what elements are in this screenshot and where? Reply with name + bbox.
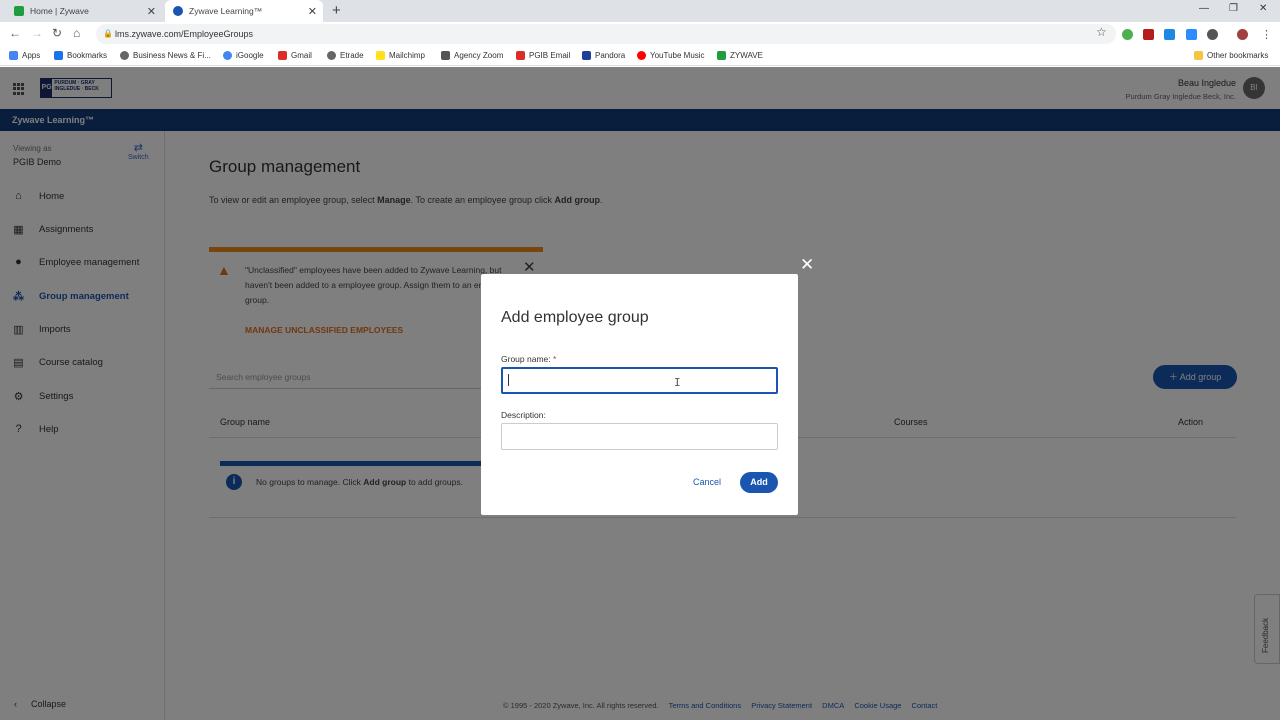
bookmark-label: PGIB Email xyxy=(529,51,571,60)
description-label: Description: xyxy=(501,410,546,420)
home-browser-icon[interactable]: ⌂ xyxy=(73,26,80,40)
forward-icon[interactable]: → xyxy=(31,26,43,40)
acrobat-extension-icon[interactable] xyxy=(1143,29,1154,40)
gmail-icon xyxy=(516,51,525,60)
bookmark-igoogle[interactable]: iGoogle xyxy=(223,51,264,60)
bookmark-label: Gmail xyxy=(291,51,312,60)
dialog-title: Add employee group xyxy=(501,309,649,326)
browser-tab-strip: Home | Zywave ✕ Zywave Learning™ ✕ + — ❐… xyxy=(0,0,1280,22)
extension-icon[interactable] xyxy=(1164,29,1175,40)
extension-icon[interactable] xyxy=(1207,29,1218,40)
required-mark: * xyxy=(553,354,557,364)
apps-grid-icon xyxy=(9,51,18,60)
browser-toolbar: ← → ↻ ⌂ 🔒 lms.zywave.com/EmployeeGroups … xyxy=(0,22,1280,46)
group-name-label-text: Group name: xyxy=(501,354,551,364)
address-bar[interactable]: 🔒 lms.zywave.com/EmployeeGroups xyxy=(96,24,1116,44)
agencyzoom-icon xyxy=(441,51,450,60)
bookmark-label: Etrade xyxy=(340,51,364,60)
close-tab-icon[interactable]: ✕ xyxy=(308,5,317,18)
browser-tab-zywave-learning[interactable]: Zywave Learning™ ✕ xyxy=(165,0,323,22)
bookmark-label: YouTube Music xyxy=(650,51,705,60)
other-bookmarks[interactable]: Other bookmarks xyxy=(1194,51,1268,60)
bookmark-label: Agency Zoom xyxy=(454,51,504,60)
bookmark-apps[interactable]: Apps xyxy=(9,51,40,60)
text-caret xyxy=(508,374,509,386)
close-tab-icon[interactable]: ✕ xyxy=(147,5,156,18)
group-name-input[interactable] xyxy=(501,367,778,394)
close-icon[interactable]: ✕ xyxy=(800,255,814,275)
cancel-button[interactable]: Cancel xyxy=(693,477,721,487)
bookmark-label: Other bookmarks xyxy=(1207,51,1269,60)
add-button[interactable]: Add xyxy=(740,472,778,493)
bookmark-agency-zoom[interactable]: Agency Zoom xyxy=(441,51,503,60)
mailchimp-icon xyxy=(376,51,385,60)
bookmark-label: Bookmarks xyxy=(67,51,108,60)
zoom-extension-icon[interactable] xyxy=(1186,29,1197,40)
text-cursor-icon: I xyxy=(674,376,681,389)
bookmark-youtube-music[interactable]: YouTube Music xyxy=(637,51,705,60)
bookmarks-bar: Apps Bookmarks Business News & Fi... iGo… xyxy=(0,46,1280,66)
bookmark-bookmarks[interactable]: Bookmarks xyxy=(54,51,107,60)
bookmark-label: Mailchimp xyxy=(389,51,426,60)
pandora-icon xyxy=(582,51,591,60)
browser-menu-icon[interactable]: ⋮ xyxy=(1261,28,1272,41)
bookmark-label: Pandora xyxy=(595,51,626,60)
bookmark-label: Business News & Fi... xyxy=(133,51,211,60)
restore-icon[interactable]: ❐ xyxy=(1229,3,1238,14)
google-icon xyxy=(223,51,232,60)
zywave-icon xyxy=(717,51,726,60)
lock-icon: 🔒 xyxy=(103,29,113,38)
bookmark-pgib-email[interactable]: PGIB Email xyxy=(516,51,570,60)
profile-avatar-icon[interactable] xyxy=(1237,29,1248,40)
youtube-music-icon xyxy=(637,51,646,60)
zywave-favicon-icon xyxy=(14,6,24,16)
bookmark-mailchimp[interactable]: Mailchimp xyxy=(376,51,425,60)
minimize-icon[interactable]: — xyxy=(1199,3,1209,14)
bookmark-business-news[interactable]: Business News & Fi... xyxy=(120,51,211,60)
bookmark-label: Apps xyxy=(22,51,41,60)
bookmark-label: ZYWAVE xyxy=(730,51,763,60)
zywave-learning-favicon-icon xyxy=(173,6,183,16)
bookmark-zywave[interactable]: ZYWAVE xyxy=(717,51,763,60)
globe-icon xyxy=(327,51,336,60)
tab-title: Home | Zywave xyxy=(30,6,89,16)
new-tab-icon[interactable]: + xyxy=(332,2,341,19)
reload-icon[interactable]: ↻ xyxy=(52,26,62,40)
tab-title: Zywave Learning™ xyxy=(189,6,263,16)
extension-icon[interactable] xyxy=(1122,29,1133,40)
close-window-icon[interactable]: ✕ xyxy=(1259,3,1267,14)
bookmark-label: iGoogle xyxy=(236,51,264,60)
bookmark-star-icon[interactable]: ☆ xyxy=(1096,25,1107,39)
folder-icon xyxy=(1194,51,1203,60)
back-icon[interactable]: ← xyxy=(9,26,21,40)
globe-icon xyxy=(120,51,129,60)
browser-tab-home[interactable]: Home | Zywave ✕ xyxy=(6,0,162,22)
url-text: lms.zywave.com/EmployeeGroups xyxy=(115,29,254,39)
bookmark-gmail[interactable]: Gmail xyxy=(278,51,312,60)
star-icon xyxy=(54,51,63,60)
description-input[interactable] xyxy=(501,423,778,450)
bookmark-pandora[interactable]: Pandora xyxy=(582,51,625,60)
gmail-icon xyxy=(278,51,287,60)
bookmark-etrade[interactable]: Etrade xyxy=(327,51,364,60)
group-name-label: Group name: * xyxy=(501,354,556,364)
